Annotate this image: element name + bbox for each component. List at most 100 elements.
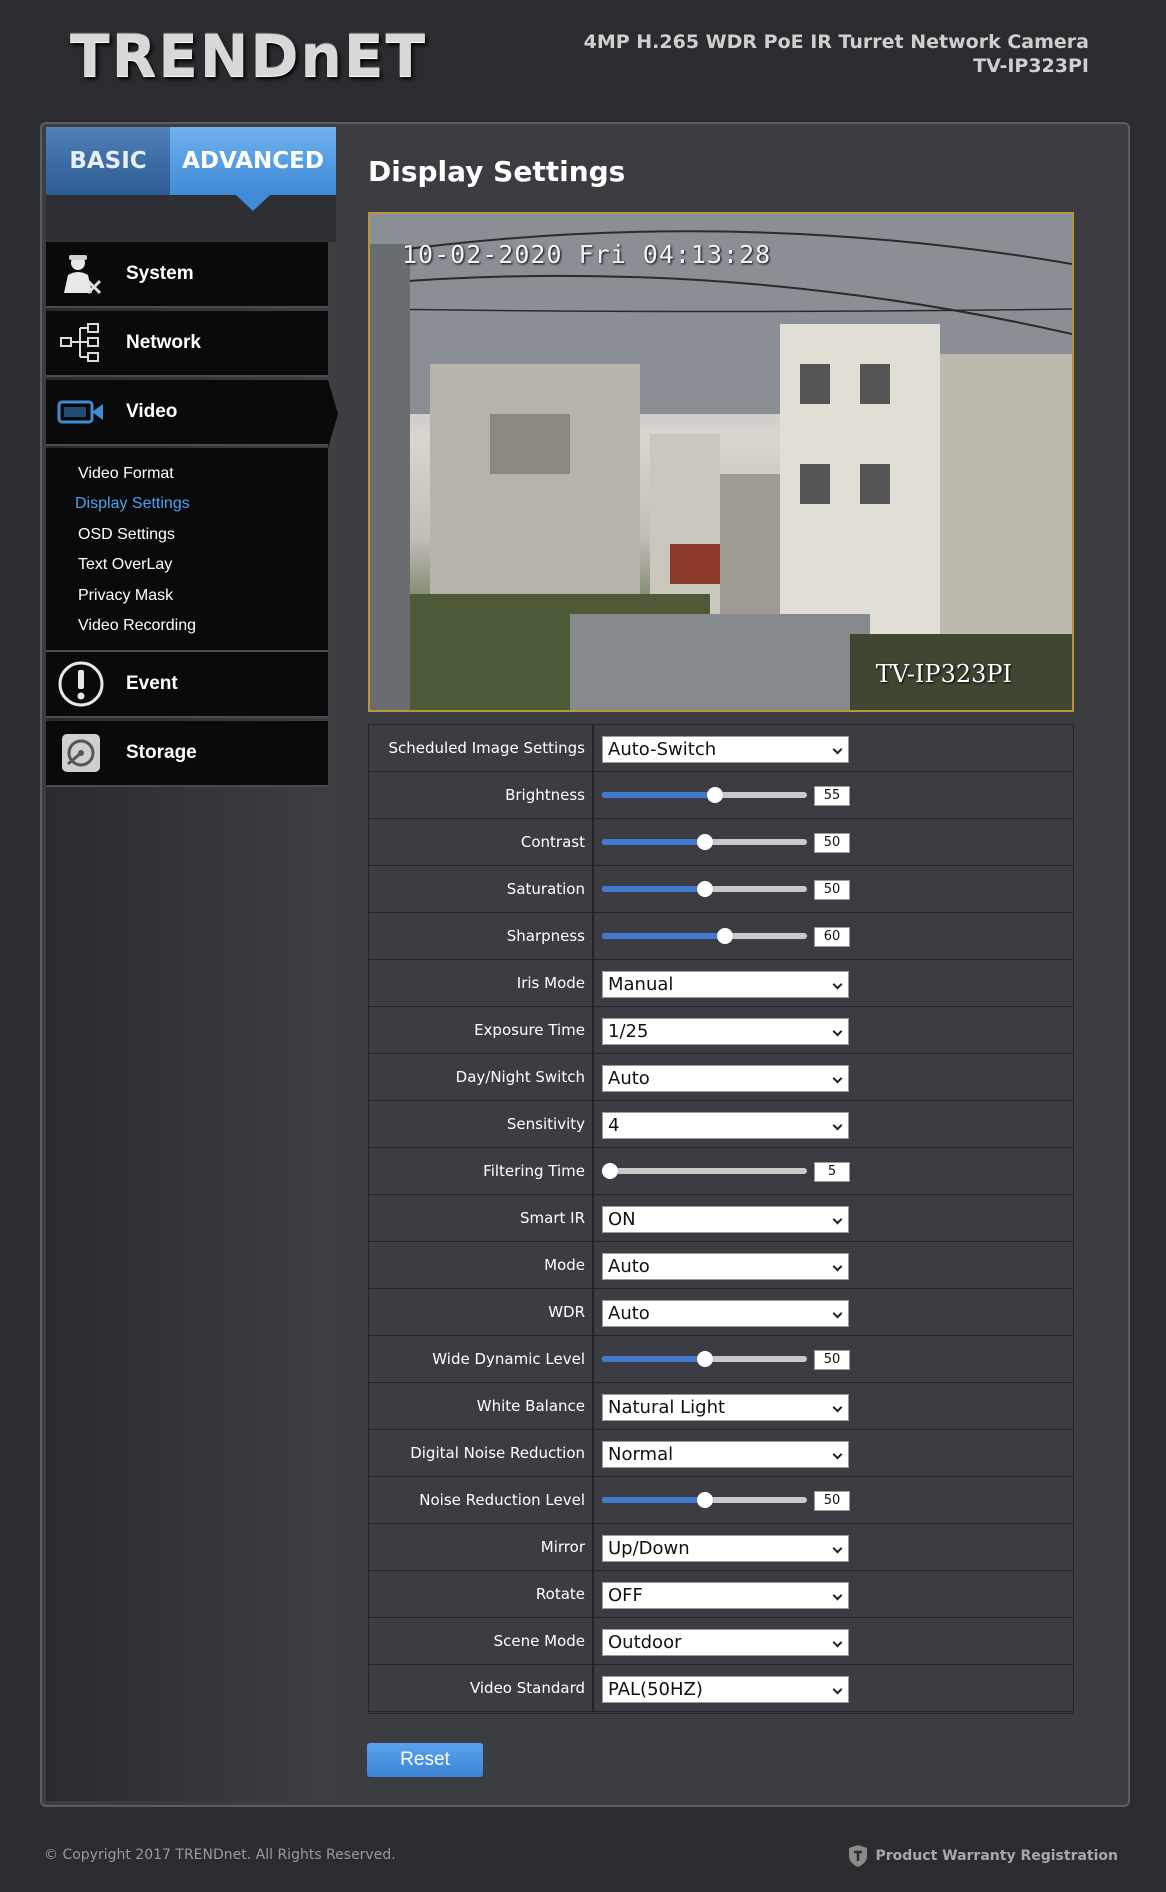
exclamation-icon — [46, 651, 116, 717]
slider-thumb[interactable] — [707, 787, 723, 803]
filtering-time-value[interactable]: 5 — [814, 1162, 850, 1182]
chevron-down-icon — [832, 1684, 843, 1695]
slider-thumb[interactable] — [602, 1163, 618, 1179]
scheduled-image-select[interactable]: Auto-Switch — [602, 736, 849, 763]
contrast-slider[interactable] — [602, 834, 807, 850]
control-cell: 50 — [596, 1477, 1073, 1523]
trendnet-logo[interactable]: TRENDnET — [70, 22, 427, 90]
mirror-value: Up/Down — [608, 1538, 690, 1559]
control-cell: 50 — [596, 866, 1073, 912]
settings-row-exposure-time: Exposure Time 1/25 — [369, 1007, 1073, 1054]
slider-fill — [602, 1356, 705, 1362]
product-model: TV-IP323PI — [973, 55, 1089, 77]
slider-fill — [602, 792, 715, 798]
control-cell: 4 — [596, 1101, 1073, 1147]
control-cell: Up/Down — [596, 1524, 1073, 1570]
chevron-down-icon — [832, 1214, 843, 1225]
day-night-switch-select[interactable]: Auto — [602, 1065, 849, 1092]
slider-thumb[interactable] — [697, 881, 713, 897]
label-iris-mode: Iris Mode — [369, 960, 594, 1006]
exposure-time-value: 1/25 — [608, 1021, 649, 1042]
saturation-value[interactable]: 50 — [814, 880, 850, 900]
slider-fill — [602, 886, 705, 892]
label-digital-noise-reduction: Digital Noise Reduction — [369, 1430, 594, 1476]
slider-thumb[interactable] — [697, 1351, 713, 1367]
white-balance-select[interactable]: Natural Light — [602, 1394, 849, 1421]
control-cell: Auto-Switch — [596, 725, 1073, 771]
saturation-slider[interactable] — [602, 881, 807, 897]
reset-button[interactable]: Reset — [367, 1743, 483, 1777]
video-standard-select[interactable]: PAL(50HZ) — [602, 1676, 849, 1703]
slider-thumb[interactable] — [697, 834, 713, 850]
tab-basic[interactable]: BASIC — [46, 127, 170, 195]
mode-select[interactable]: Auto — [602, 1253, 849, 1280]
submenu-video-recording[interactable]: Video Recording — [78, 617, 196, 635]
submenu-text-overlay[interactable]: Text OverLay — [78, 556, 172, 574]
rotate-select[interactable]: OFF — [602, 1582, 849, 1609]
mirror-select[interactable]: Up/Down — [602, 1535, 849, 1562]
header: TRENDnET 4MP H.265 WDR PoE IR Turret Net… — [0, 0, 1166, 120]
sensitivity-select[interactable]: 4 — [602, 1112, 849, 1139]
settings-row-scene-mode: Scene Mode Outdoor — [369, 1618, 1073, 1665]
video-submenu: Video Format Display Settings OSD Settin… — [46, 448, 328, 652]
chevron-down-icon — [832, 1308, 843, 1319]
live-video-preview[interactable]: 10-02-2020 Fri 04:13:28 TV-IP323PI — [368, 212, 1074, 712]
smart-ir-select[interactable]: ON — [602, 1206, 849, 1233]
product-info: 4MP H.265 WDR PoE IR Turret Network Came… — [584, 30, 1089, 78]
label-sharpness: Sharpness — [369, 913, 594, 959]
submenu-video-format[interactable]: Video Format — [78, 465, 174, 483]
scheduled-image-value: Auto-Switch — [608, 739, 717, 760]
control-cell: OFF — [596, 1571, 1073, 1617]
sidebar-label-network: Network — [126, 332, 201, 353]
label-exposure-time: Exposure Time — [369, 1007, 594, 1053]
slider-thumb[interactable] — [717, 928, 733, 944]
label-rotate: Rotate — [369, 1571, 594, 1617]
sidebar-label-system: System — [126, 263, 194, 284]
noise-reduction-level-slider[interactable] — [602, 1492, 807, 1508]
settings-row-wdr: WDR Auto — [369, 1289, 1073, 1336]
chevron-down-icon — [832, 1026, 843, 1037]
sidebar-item-network[interactable]: Network — [46, 311, 328, 377]
sidebar: BASIC ADVANCED System Network Video Vide… — [46, 127, 338, 1801]
brightness-value[interactable]: 55 — [814, 786, 850, 806]
chevron-down-icon — [832, 1637, 843, 1648]
submenu-privacy-mask[interactable]: Privacy Mask — [78, 587, 173, 605]
chevron-down-icon — [832, 744, 843, 755]
settings-row-mode: Mode Auto — [369, 1242, 1073, 1289]
brightness-slider[interactable] — [602, 787, 807, 803]
tab-advanced[interactable]: ADVANCED — [170, 127, 336, 195]
slider-thumb[interactable] — [697, 1492, 713, 1508]
control-cell: 5 — [596, 1148, 1073, 1194]
sharpness-slider[interactable] — [602, 928, 807, 944]
label-mode: Mode — [369, 1242, 594, 1288]
page-title: Display Settings — [368, 155, 626, 188]
submenu-display-settings[interactable]: Display Settings — [75, 495, 190, 513]
mode-tabs: BASIC ADVANCED — [46, 127, 336, 242]
sidebar-item-event[interactable]: Event — [46, 652, 328, 718]
control-cell: 1/25 — [596, 1007, 1073, 1053]
video-timestamp-overlay: 10-02-2020 Fri 04:13:28 — [402, 240, 772, 269]
digital-noise-reduction-select[interactable]: Normal — [602, 1441, 849, 1468]
label-day-night-switch: Day/Night Switch — [369, 1054, 594, 1100]
sidebar-item-system[interactable]: System — [46, 242, 328, 308]
camera-scene-image — [370, 214, 1072, 710]
iris-mode-select[interactable]: Manual — [602, 971, 849, 998]
active-section-arrow — [328, 380, 338, 448]
sidebar-item-storage[interactable]: Storage — [46, 721, 328, 787]
wide-dynamic-level-slider[interactable] — [602, 1351, 807, 1367]
wdr-select[interactable]: Auto — [602, 1300, 849, 1327]
product-warranty-link[interactable]: Product Warranty Registration — [848, 1844, 1118, 1868]
day-night-switch-value: Auto — [608, 1068, 650, 1089]
settings-row-scheduled-image: Scheduled Image Settings Auto-Switch — [369, 725, 1073, 772]
submenu-osd-settings[interactable]: OSD Settings — [78, 526, 175, 544]
contrast-value[interactable]: 50 — [814, 833, 850, 853]
sharpness-value[interactable]: 60 — [814, 927, 850, 947]
slider-fill — [602, 1497, 705, 1503]
sidebar-item-video[interactable]: Video — [46, 380, 328, 446]
filtering-time-slider[interactable] — [602, 1163, 807, 1179]
sidebar-label-video: Video — [126, 401, 178, 422]
noise-reduction-level-value[interactable]: 50 — [814, 1491, 850, 1511]
wide-dynamic-level-value[interactable]: 50 — [814, 1350, 850, 1370]
exposure-time-select[interactable]: 1/25 — [602, 1018, 849, 1045]
scene-mode-select[interactable]: Outdoor — [602, 1629, 849, 1656]
